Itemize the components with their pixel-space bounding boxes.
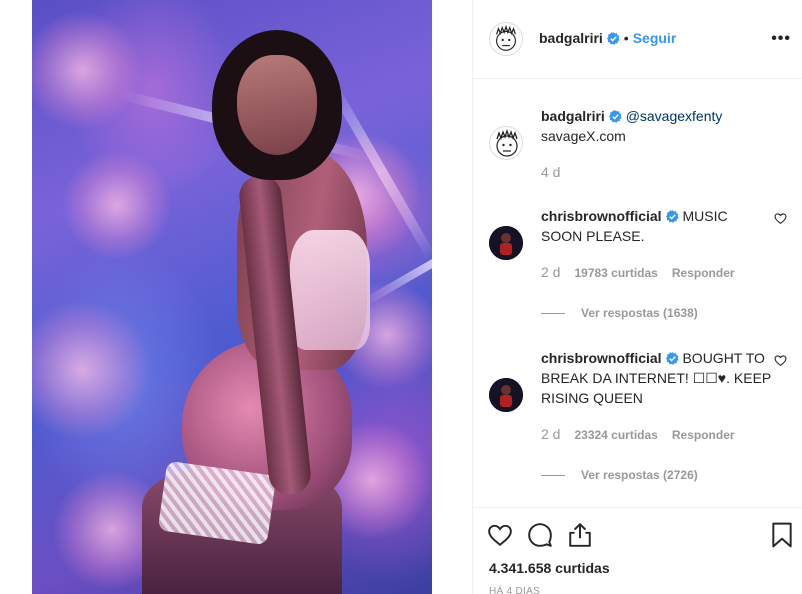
comment-text: chrisbrownofficial MUSIC SOON PLEASE.	[541, 206, 771, 246]
share-icon[interactable]	[567, 522, 593, 548]
post-media-area	[0, 0, 472, 594]
caption-item: badgalriri @savagexfenty savageX.com 4 d	[489, 106, 787, 196]
comment-meta: 2 d 23324 curtidas Responder	[541, 426, 749, 442]
comment-age[interactable]: 2 d	[541, 264, 560, 280]
verified-badge-icon	[606, 32, 620, 45]
reply-button[interactable]: Responder	[672, 428, 735, 442]
caption-age[interactable]: 4 d	[541, 164, 560, 180]
background-flower	[32, 300, 152, 440]
cartoon-face-icon	[496, 128, 518, 157]
likes-count[interactable]: 4.341.658 curtidas	[489, 560, 610, 576]
comment-item: chrisbrownofficial MUSIC SOON PLEASE. 2 …	[489, 206, 787, 326]
caption-username[interactable]: badgalriri	[541, 108, 605, 124]
cartoon-face-icon	[496, 24, 516, 51]
bookmark-icon[interactable]	[769, 522, 795, 548]
commenter-photo-icon	[489, 378, 523, 412]
heart-icon[interactable]	[487, 522, 513, 548]
follow-button[interactable]: Seguir	[633, 30, 677, 46]
comments-section[interactable]: badgalriri @savagexfenty savageX.com 4 d…	[473, 80, 802, 507]
caption-meta: 4 d	[541, 164, 574, 180]
verified-badge-icon	[665, 352, 679, 365]
comment-likes[interactable]: 23324 curtidas	[574, 428, 657, 442]
commenter-photo-icon	[489, 226, 523, 260]
view-replies-button[interactable]: Ver respostas (1638)	[541, 306, 698, 320]
comment-meta: 2 d 19783 curtidas Responder	[541, 264, 749, 280]
comment-icon[interactable]	[527, 522, 553, 548]
more-options-icon[interactable]: •••	[771, 30, 791, 48]
verified-badge-icon	[608, 110, 622, 123]
caption-text: badgalriri @savagexfenty savageX.com	[541, 106, 771, 146]
post-info-panel: badgalriri • Seguir ••• badgalriri @savage…	[472, 0, 802, 594]
heart-icon[interactable]	[774, 212, 787, 225]
post-time[interactable]: HÁ 4 DIAS	[489, 586, 540, 594]
background-flower	[62, 150, 172, 260]
background-flower	[32, 10, 142, 130]
header-separator: •	[623, 30, 629, 46]
comment-username[interactable]: chrisbrownofficial	[541, 350, 662, 366]
comment-item: chrisbrownofficial BOUGHT TO BREAK DA IN…	[489, 348, 787, 488]
caption-website: savageX.com	[541, 128, 626, 144]
heart-icon[interactable]	[774, 354, 787, 367]
model-face	[237, 55, 317, 155]
caption-mention-link[interactable]: @savagexfenty	[626, 108, 723, 124]
comment-age[interactable]: 2 d	[541, 426, 560, 442]
header-username[interactable]: badgalriri	[539, 30, 603, 46]
avatar[interactable]	[489, 22, 523, 56]
caption-avatar[interactable]	[489, 126, 523, 160]
lace-stocking	[157, 460, 277, 546]
view-replies-button[interactable]: Ver respostas (2726)	[541, 468, 698, 482]
header-user-line: badgalriri • Seguir	[539, 30, 676, 48]
commenter-avatar[interactable]	[489, 378, 523, 412]
post-actions: 4.341.658 curtidas HÁ 4 DIAS	[473, 507, 802, 594]
commenter-avatar[interactable]	[489, 226, 523, 260]
verified-badge-icon	[665, 210, 679, 223]
post-photo[interactable]	[32, 0, 432, 594]
lingerie-top	[290, 230, 370, 350]
reply-button[interactable]: Responder	[672, 266, 735, 280]
comment-likes[interactable]: 19783 curtidas	[574, 266, 657, 280]
comment-text: chrisbrownofficial BOUGHT TO BREAK DA IN…	[541, 348, 771, 408]
comment-username[interactable]: chrisbrownofficial	[541, 208, 662, 224]
post-header: badgalriri • Seguir •••	[473, 0, 802, 79]
